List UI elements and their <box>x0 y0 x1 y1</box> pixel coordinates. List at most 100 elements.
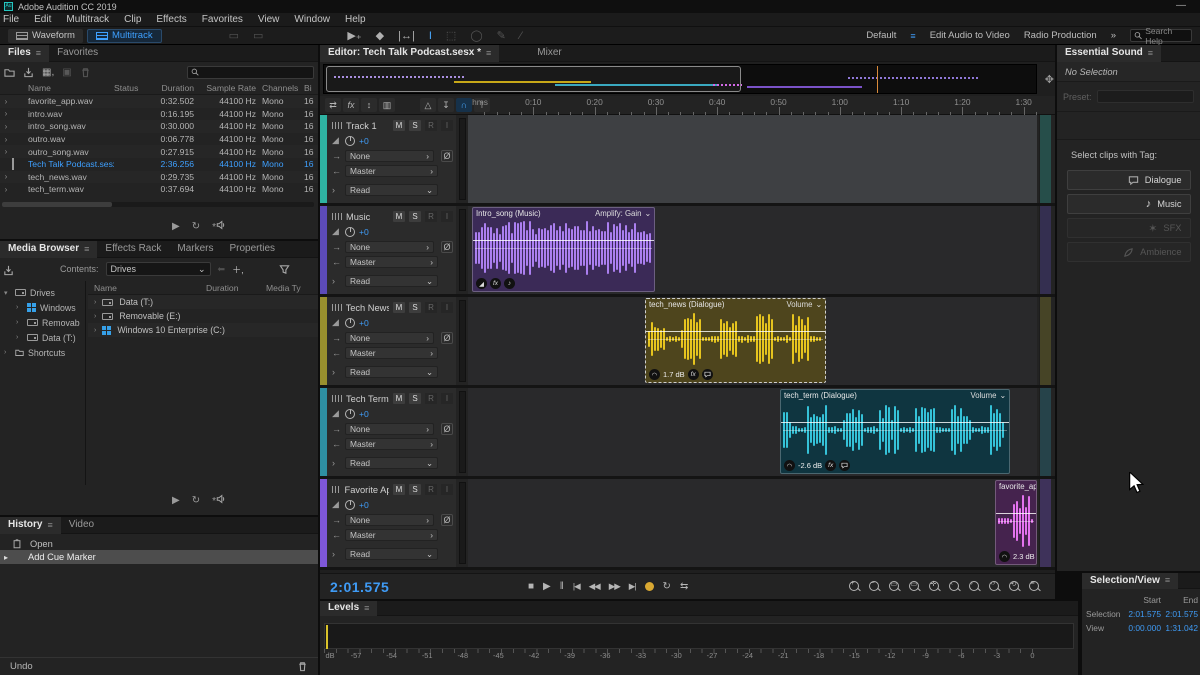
track-scroll-sliver[interactable] <box>1039 388 1051 476</box>
solo-button[interactable]: S <box>409 484 421 495</box>
clip-gain-knob-icon[interactable]: ◢ <box>476 278 487 289</box>
tab-essential-sound[interactable]: Essential Sound≡ <box>1057 45 1161 62</box>
view-start[interactable]: 0:00.000 <box>1124 623 1161 633</box>
input-selector[interactable]: None› <box>345 332 434 344</box>
save-icon[interactable]: ▣ <box>62 67 71 78</box>
selection-end[interactable]: 2:01.575 <box>1161 609 1198 619</box>
history-item-add-cue-marker[interactable]: ▸ Add Cue Marker <box>0 550 318 564</box>
minimize-button[interactable]: — <box>1176 0 1186 11</box>
panel-menu-icon[interactable]: ≡ <box>486 48 491 58</box>
monitor-input-button[interactable]: I <box>441 211 453 222</box>
panel-menu-icon[interactable]: ≡ <box>1148 48 1153 58</box>
arm-record-button[interactable]: R <box>425 302 437 313</box>
automation-mode-selector[interactable]: Read⌄ <box>345 184 438 196</box>
drop-marker-icon[interactable]: ↧ <box>438 98 454 112</box>
skip-selection-button[interactable]: ⇆ <box>680 581 688 592</box>
tab-selection-view[interactable]: Selection/View≡ <box>1082 573 1178 589</box>
menu-file[interactable]: File <box>3 14 19 25</box>
file-row[interactable]: ›favorite_app.wav0:32.50244100 HzMono16 <box>0 95 318 108</box>
clip-envelope-selector[interactable]: Amplify: Gain⌄ <box>595 209 651 218</box>
mute-button[interactable]: M <box>393 120 405 131</box>
clip-gain-knob-icon[interactable]: ◠ <box>784 460 795 471</box>
clip-music-tag-icon[interactable]: ♪ <box>504 278 515 289</box>
panel-extra-icon-2[interactable]: ▭ <box>253 29 263 42</box>
preview-play-button[interactable]: ▶ <box>172 495 180 506</box>
automation-expand-chevron[interactable]: › <box>332 549 341 559</box>
tag-ambience-button[interactable]: Ambience <box>1067 242 1191 262</box>
files-search-input[interactable] <box>187 66 314 79</box>
time-ruler[interactable]: hms0:100:200:300:400:501:001:101:201:30 <box>468 96 1037 115</box>
tab-editor[interactable]: Editor: Tech Talk Podcast.sesx *≡ <box>320 45 499 62</box>
track-timeline-body[interactable]: tech_news (Dialogue)Volume⌄◠1.7 dBfx <box>468 297 1037 385</box>
crossfade-icon[interactable]: ⇄ <box>325 98 341 112</box>
track-effects-icon[interactable]: fx <box>343 98 359 112</box>
clip-gain-knob-icon[interactable]: ◠ <box>649 369 660 380</box>
arm-record-button[interactable]: R <box>425 120 437 131</box>
overview-navigator[interactable]: ✥ <box>323 64 1037 94</box>
contents-dropdown[interactable]: Drives⌄ <box>106 262 211 276</box>
clip-fx-icon[interactable]: fx <box>825 460 836 471</box>
selection-start[interactable]: 2:01.575 <box>1124 609 1161 619</box>
paintbrush-tool-icon[interactable]: ✎ <box>497 29 506 42</box>
workspace-overflow-chevron[interactable]: » <box>1111 30 1116 41</box>
record-button[interactable] <box>645 582 654 591</box>
solo-button[interactable]: S <box>409 393 421 404</box>
file-row[interactable]: Tech Talk Podcast.sesx *2:36.25644100 Hz… <box>0 158 318 171</box>
file-row[interactable]: ›tech_term.wav0:37.69444100 HzMono16 <box>0 183 318 196</box>
mute-button[interactable]: M <box>393 302 405 313</box>
time-selection-tool-icon[interactable]: I <box>429 30 432 42</box>
go-to-start-button[interactable]: |◀ <box>573 581 580 592</box>
tab-effects-rack[interactable]: Effects Rack <box>97 241 169 258</box>
pause-button[interactable]: ‖ <box>560 581 564 592</box>
tab-video[interactable]: Video <box>61 517 102 534</box>
menu-multitrack[interactable]: Multitrack <box>66 14 109 25</box>
add-shortcut-icon[interactable]: ＋, <box>232 263 244 276</box>
tree-item-drives[interactable]: ▾Drives <box>0 285 85 300</box>
preview-loop-button[interactable]: ↻ <box>192 221 200 232</box>
open-file-icon[interactable] <box>4 67 15 78</box>
clip-fx-icon[interactable]: fx <box>490 278 501 289</box>
phase-toggle[interactable]: Ø <box>441 332 453 344</box>
move-tool-icon[interactable]: ▶₊ <box>347 29 361 42</box>
file-row[interactable]: ›intro.wav0:16.19544100 HzMono16 <box>0 108 318 121</box>
track-scroll-sliver[interactable] <box>1039 297 1051 385</box>
input-selector[interactable]: None› <box>345 241 434 253</box>
razor-tool-icon[interactable]: ◆ <box>376 29 384 42</box>
zoom-reset-icon[interactable]: ✛ <box>928 580 941 593</box>
automation-mode-selector[interactable]: Read⌄ <box>345 457 438 469</box>
output-selector[interactable]: Master› <box>345 347 438 359</box>
import-file-icon[interactable] <box>23 67 34 78</box>
track-timeline-body[interactable]: Intro_song (Music)Amplify: Gain⌄◢fx♪ <box>468 206 1037 294</box>
clip-keyframes-icon[interactable]: ↕ <box>361 98 377 112</box>
phase-toggle[interactable]: Ø <box>441 150 453 162</box>
track-gain-value[interactable]: +0 <box>359 409 369 419</box>
file-row[interactable]: ›outro_song.wav0:27.91544100 HzMono16 <box>0 145 318 158</box>
clip-tech_news[interactable]: tech_news (Dialogue)Volume⌄◠1.7 dBfx <box>645 298 826 383</box>
files-hscrollbar[interactable] <box>2 202 314 207</box>
media-column-header[interactable]: Name Duration Media Ty <box>88 281 318 295</box>
multitrack-view-button[interactable]: Multitrack <box>87 29 162 43</box>
tree-item-removable[interactable]: ›Removab <box>0 315 85 330</box>
lasso-tool-icon[interactable]: ◯ <box>470 29 482 42</box>
auto-play-icon[interactable]: * <box>212 220 226 233</box>
menu-help[interactable]: Help <box>345 14 366 25</box>
volume-fader-icon[interactable]: ◢ <box>332 226 341 237</box>
menu-clip[interactable]: Clip <box>124 14 141 25</box>
zoom-in-left-icon[interactable]: ‹ <box>948 580 961 593</box>
tree-item-shortcuts[interactable]: ›Shortcuts <box>0 345 85 360</box>
preview-loop-button[interactable]: ↻ <box>192 495 200 506</box>
zoom-in-time-icon[interactable]: + <box>848 580 861 593</box>
menu-window[interactable]: Window <box>294 14 330 25</box>
volume-fader-icon[interactable]: ◢ <box>332 499 341 510</box>
track-gain-value[interactable]: +0 <box>359 136 369 146</box>
tag-sfx-button[interactable]: ✶ SFX <box>1067 218 1191 238</box>
monitor-input-button[interactable]: I <box>441 120 453 131</box>
track-scroll-sliver[interactable] <box>1039 206 1051 294</box>
mute-button[interactable]: M <box>393 484 405 495</box>
mute-button[interactable]: M <box>393 211 405 222</box>
automation-expand-chevron[interactable]: › <box>332 367 341 377</box>
stop-button[interactable]: ■ <box>528 581 534 592</box>
workspace-menu-icon[interactable]: ≡ <box>910 31 915 41</box>
zoom-menu-icon[interactable]: ≡ <box>1028 580 1041 593</box>
slip-tool-icon[interactable]: |↔| <box>398 30 415 42</box>
